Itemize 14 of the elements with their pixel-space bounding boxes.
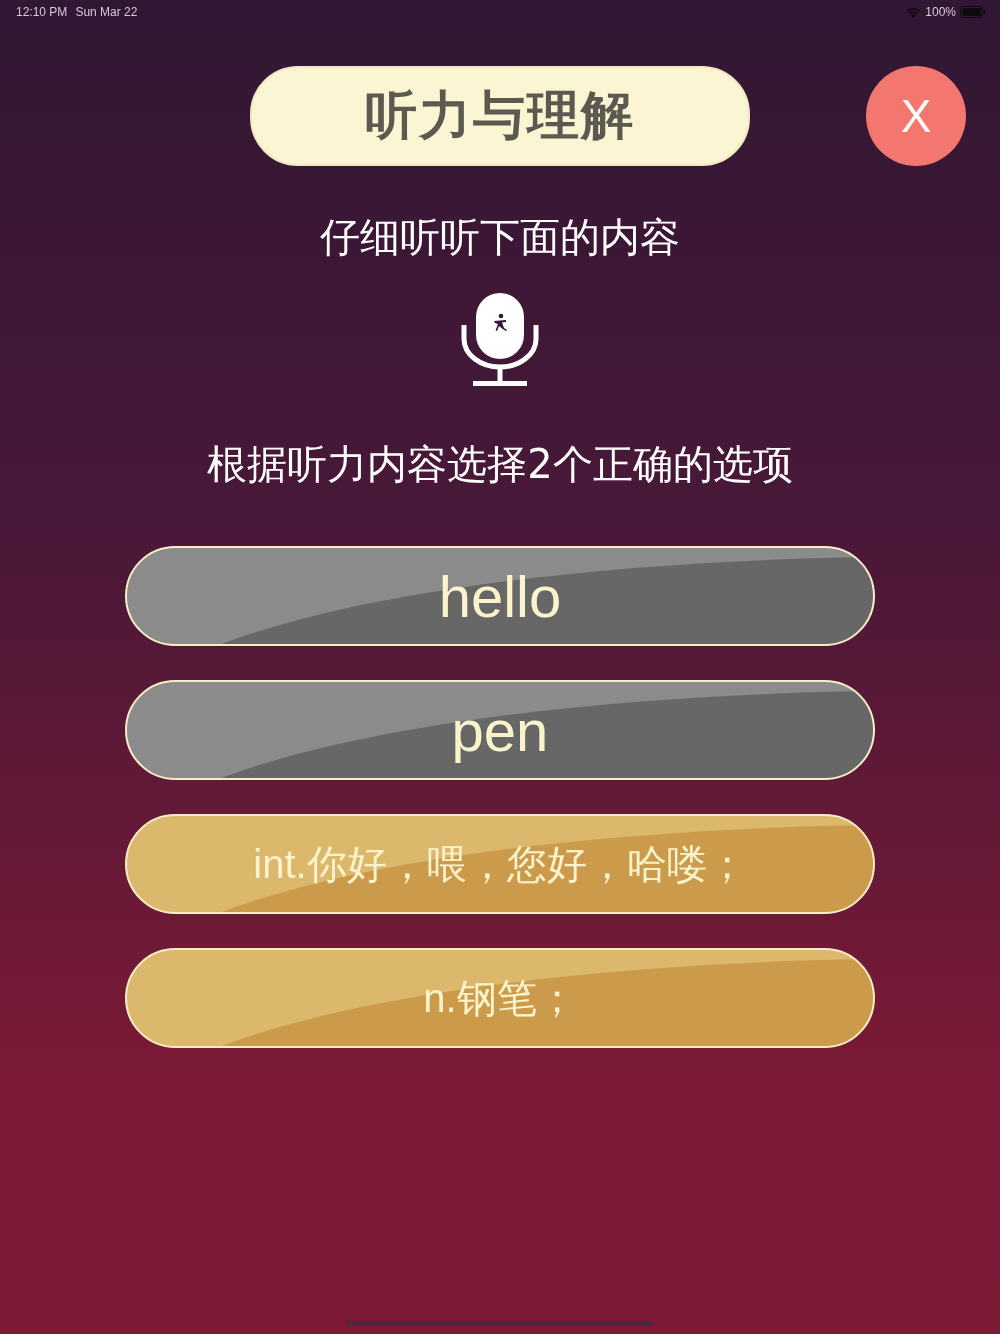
close-button[interactable]: X — [866, 66, 966, 166]
status-time: 12:10 PM — [16, 5, 68, 19]
battery-icon — [960, 6, 986, 18]
screen-title: 听力与理解 — [250, 66, 750, 166]
battery-percent: 100% — [925, 5, 956, 19]
question-text: 根据听力内容选择2个正确的选项 — [207, 440, 793, 489]
answer-option[interactable]: n.钢笔； — [125, 948, 875, 1048]
status-date: Sun Mar 22 — [75, 5, 138, 19]
answer-option[interactable]: int.你好，喂，您好，哈喽； — [125, 814, 875, 914]
answer-option[interactable]: pen — [125, 680, 875, 780]
instruction-text: 仔细听听下面的内容 — [320, 213, 680, 262]
microphone-icon[interactable] — [460, 293, 540, 389]
wifi-icon — [906, 6, 922, 18]
answer-option[interactable]: hello — [125, 546, 875, 646]
